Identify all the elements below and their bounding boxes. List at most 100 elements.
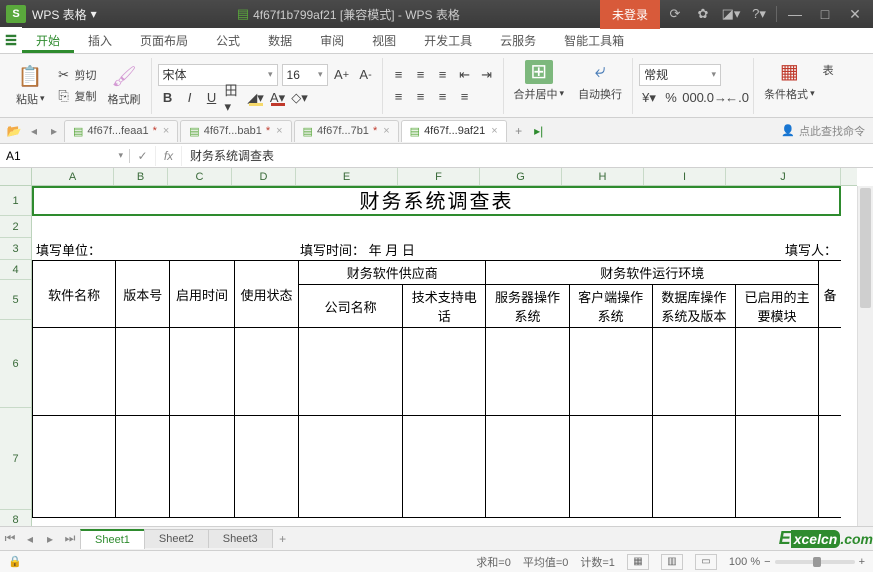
format-painter-button[interactable]: 🖌 格式刷: [104, 63, 145, 109]
view-page-button[interactable]: ▥: [661, 554, 683, 570]
row-header[interactable]: 6: [0, 320, 31, 408]
zoom-out-button[interactable]: −: [764, 556, 770, 568]
sheet-nav-next[interactable]: ▸: [40, 532, 60, 546]
wrap-text-button[interactable]: ⤶ 自动换行: [574, 58, 626, 114]
tab-data[interactable]: 数据: [254, 27, 306, 53]
row-headers[interactable]: 1 2 3 4 5 6 7 8: [0, 186, 32, 526]
font-size-select[interactable]: 16▾: [282, 64, 328, 86]
row-header[interactable]: 4: [0, 260, 31, 280]
tab-developer[interactable]: 开发工具: [410, 27, 486, 53]
close-icon[interactable]: ×: [383, 125, 389, 137]
close-icon[interactable]: ×: [276, 125, 282, 137]
distribute-button[interactable]: ≡: [455, 87, 475, 107]
row-header[interactable]: 2: [0, 216, 31, 238]
number-format-select[interactable]: 常规▾: [639, 64, 721, 86]
col-header[interactable]: A: [32, 168, 114, 185]
comma-button[interactable]: 000: [683, 88, 703, 108]
align-left-button[interactable]: ≡: [389, 87, 409, 107]
sheet-nav-first[interactable]: ⏮: [0, 531, 20, 546]
italic-button[interactable]: I: [180, 88, 200, 108]
currency-button[interactable]: ¥▾: [639, 88, 659, 108]
doc-open-icon[interactable]: 📂: [4, 124, 24, 138]
row-header[interactable]: 8: [0, 510, 31, 526]
col-header[interactable]: I: [644, 168, 726, 185]
tab-page-layout[interactable]: 页面布局: [126, 27, 202, 53]
close-icon[interactable]: ×: [163, 125, 169, 137]
align-right-button[interactable]: ≡: [433, 87, 453, 107]
col-header[interactable]: H: [562, 168, 644, 185]
row-header[interactable]: 5: [0, 280, 31, 320]
add-sheet-button[interactable]: +: [272, 532, 294, 546]
conditional-format-button[interactable]: ▦ 条件格式▾: [760, 58, 819, 114]
close-icon[interactable]: ×: [491, 125, 497, 137]
fill-color-button[interactable]: ◢▾: [246, 88, 266, 108]
tab-insert[interactable]: 插入: [74, 27, 126, 53]
decrease-font-button[interactable]: A-: [356, 65, 376, 85]
align-center-button[interactable]: ≡: [411, 87, 431, 107]
font-name-select[interactable]: 宋体▾: [158, 64, 278, 86]
col-header[interactable]: C: [168, 168, 232, 185]
formula-value[interactable]: 财务系统调查表: [182, 147, 282, 164]
bold-button[interactable]: B: [158, 88, 178, 108]
align-top-button[interactable]: ≡: [389, 65, 409, 85]
col-header[interactable]: G: [480, 168, 562, 185]
underline-button[interactable]: U: [202, 88, 222, 108]
new-doc-button[interactable]: +: [509, 124, 529, 138]
zoom-in-button[interactable]: +: [859, 556, 865, 568]
table-style-button[interactable]: 表: [821, 58, 836, 114]
login-button[interactable]: 未登录: [600, 0, 660, 29]
fx-button[interactable]: fx: [156, 146, 182, 166]
row-header[interactable]: 7: [0, 408, 31, 510]
selected-cell[interactable]: 财务系统调查表: [32, 186, 841, 216]
close-button[interactable]: ✕: [841, 3, 869, 25]
sheet-nav-last[interactable]: ⏭: [60, 531, 80, 546]
maximize-button[interactable]: □: [811, 3, 839, 25]
col-header[interactable]: J: [726, 168, 841, 185]
col-header[interactable]: F: [398, 168, 480, 185]
paste-button[interactable]: 📋 粘贴▾: [12, 63, 49, 109]
sheet-tab-2[interactable]: Sheet2: [144, 529, 209, 548]
name-box[interactable]: A1▾: [0, 149, 130, 163]
tab-formula[interactable]: 公式: [202, 27, 254, 53]
settings-icon[interactable]: ✿: [690, 3, 716, 25]
doc-tab-3[interactable]: ▤4f67f...7b1 *×: [294, 120, 399, 142]
merge-center-button[interactable]: ⊞ 合并居中▾: [510, 58, 569, 114]
align-bottom-button[interactable]: ≡: [433, 65, 453, 85]
sheet-tab-1[interactable]: Sheet1: [80, 529, 145, 549]
tab-review[interactable]: 审阅: [306, 27, 358, 53]
percent-button[interactable]: %: [661, 88, 681, 108]
row-header[interactable]: 3: [0, 238, 31, 260]
font-color-button[interactable]: A▾: [268, 88, 288, 108]
command-search[interactable]: 👤 点此查找命令: [781, 123, 873, 139]
view-reading-button[interactable]: ▭: [695, 554, 717, 570]
column-headers[interactable]: A B C D E F G H I J: [32, 168, 857, 186]
file-menu-icon[interactable]: [0, 27, 22, 53]
zoom-value[interactable]: 100 %: [729, 556, 760, 568]
tab-smart-toolbox[interactable]: 智能工具箱: [550, 27, 638, 53]
tab-cloud[interactable]: 云服务: [486, 27, 550, 53]
increase-decimal-button[interactable]: .0→: [705, 88, 725, 108]
minimize-button[interactable]: —: [781, 3, 809, 25]
skin-icon[interactable]: ◪▾: [718, 3, 744, 25]
sheet-nav-prev[interactable]: ◂: [20, 532, 40, 546]
cut-button[interactable]: ✂剪切: [53, 66, 100, 84]
border-button[interactable]: 田▾: [224, 88, 244, 108]
cancel-edit-icon[interactable]: ✓: [130, 146, 156, 166]
col-header[interactable]: E: [296, 168, 398, 185]
sheet-tab-3[interactable]: Sheet3: [208, 529, 273, 548]
help-icon[interactable]: ?▾: [746, 3, 772, 25]
col-header[interactable]: D: [232, 168, 296, 185]
doc-tab-2[interactable]: ▤4f67f...bab1 *×: [180, 120, 291, 142]
view-normal-button[interactable]: ▦: [627, 554, 649, 570]
tab-view[interactable]: 视图: [358, 27, 410, 53]
doc-tab-list[interactable]: ▸|: [529, 124, 549, 138]
zoom-slider[interactable]: [775, 560, 855, 564]
doc-tabs-prev[interactable]: ◂: [24, 124, 44, 138]
doc-tabs-next[interactable]: ▸: [44, 124, 64, 138]
copy-button[interactable]: ⎘复制: [53, 87, 100, 105]
tab-start[interactable]: 开始: [22, 27, 74, 53]
doc-tab-1[interactable]: ▤4f67f...feaa1 *×: [64, 120, 178, 142]
indent-increase-button[interactable]: ⇥: [477, 65, 497, 85]
increase-font-button[interactable]: A+: [332, 65, 352, 85]
indent-decrease-button[interactable]: ⇤: [455, 65, 475, 85]
